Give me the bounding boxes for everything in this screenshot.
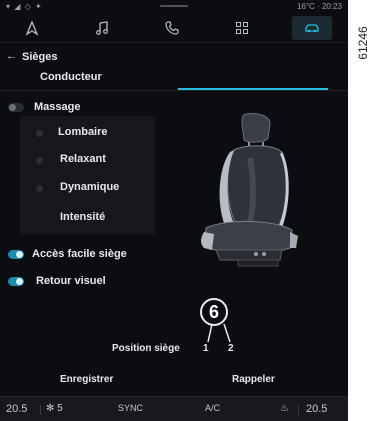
status-time-temp: 16°C · 20:23 bbox=[296, 2, 342, 11]
ac-button[interactable]: A/C bbox=[205, 403, 220, 413]
acces-facile-label: Accès facile siège bbox=[32, 248, 127, 260]
position-2-button[interactable]: 2 bbox=[228, 343, 234, 354]
document-id: 61246 bbox=[356, 26, 370, 60]
relaxant-option[interactable]: Relaxant bbox=[60, 153, 106, 165]
intensite-option[interactable]: Intensité bbox=[60, 211, 105, 223]
back-arrow-icon[interactable]: ← bbox=[6, 50, 17, 62]
seat-image bbox=[201, 113, 298, 267]
tab-music[interactable] bbox=[82, 16, 122, 40]
status-icons: ▾ ◢ ◇ ✦ bbox=[6, 2, 43, 11]
callout-lines bbox=[207, 323, 231, 343]
tab-apps[interactable] bbox=[222, 16, 262, 40]
tab-navigation[interactable] bbox=[12, 16, 52, 40]
position-1-button[interactable]: 1 bbox=[203, 343, 209, 354]
tab-conducteur[interactable]: Conducteur bbox=[40, 71, 102, 83]
header-divider bbox=[0, 90, 348, 91]
phone-icon bbox=[165, 21, 179, 35]
dynamique-radio[interactable] bbox=[36, 185, 43, 192]
save-button[interactable]: Enregistrer bbox=[60, 374, 113, 385]
status-bar: ▾ ◢ ◇ ✦ 16°C · 20:23 bbox=[0, 0, 348, 14]
massage-row[interactable]: Massage bbox=[0, 98, 160, 118]
sync-button[interactable]: SYNC bbox=[118, 403, 143, 413]
document-reference: 61246 bbox=[355, 8, 371, 78]
temp-right[interactable]: 20.5 bbox=[306, 403, 327, 415]
music-icon bbox=[96, 21, 108, 35]
recall-button[interactable]: Rappeler bbox=[232, 374, 275, 385]
top-nav bbox=[0, 14, 348, 43]
apps-icon bbox=[236, 22, 248, 34]
separator bbox=[298, 405, 299, 415]
acces-facile-row[interactable]: Accès facile siège bbox=[0, 245, 160, 265]
seat-illustration bbox=[186, 110, 304, 270]
retour-visuel-label: Retour visuel bbox=[36, 275, 106, 287]
fan-control[interactable]: ✻ 5 bbox=[46, 403, 63, 414]
massage-submenu: Lombaire Relaxant Dynamique Intensité bbox=[20, 116, 155, 234]
page-title: Sièges bbox=[22, 51, 58, 63]
car-icon bbox=[305, 24, 319, 33]
dynamique-option[interactable]: Dynamique bbox=[60, 181, 119, 193]
fan-level: 5 bbox=[57, 403, 63, 414]
fan-icon: ✻ bbox=[46, 403, 55, 414]
relaxant-radio[interactable] bbox=[36, 157, 43, 164]
lombaire-radio[interactable] bbox=[36, 130, 43, 137]
massage-toggle[interactable] bbox=[8, 103, 24, 112]
massage-label: Massage bbox=[34, 101, 81, 113]
position-label: Position siège bbox=[112, 343, 180, 354]
seat-heat-icon[interactable]: ♨ bbox=[280, 403, 289, 414]
infotainment-screen: ▾ ◢ ◇ ✦ 16°C · 20:23 ← Sièges Conducteur… bbox=[0, 0, 348, 421]
header-row: ← Sièges bbox=[0, 48, 348, 66]
acces-facile-toggle[interactable] bbox=[8, 250, 24, 259]
separator bbox=[40, 405, 41, 415]
tab-vehicle[interactable] bbox=[292, 16, 332, 40]
temp-left[interactable]: 20.5 bbox=[6, 403, 27, 415]
retour-visuel-row[interactable]: Retour visuel bbox=[0, 272, 160, 292]
climate-bar: 20.5 ✻ 5 SYNC A/C ♨ 20.5 bbox=[0, 396, 348, 421]
drag-handle[interactable] bbox=[160, 5, 188, 7]
retour-visuel-toggle[interactable] bbox=[8, 277, 24, 286]
tab-phone[interactable] bbox=[152, 16, 192, 40]
lombaire-option[interactable]: Lombaire bbox=[58, 126, 108, 138]
navigation-icon bbox=[25, 20, 39, 36]
